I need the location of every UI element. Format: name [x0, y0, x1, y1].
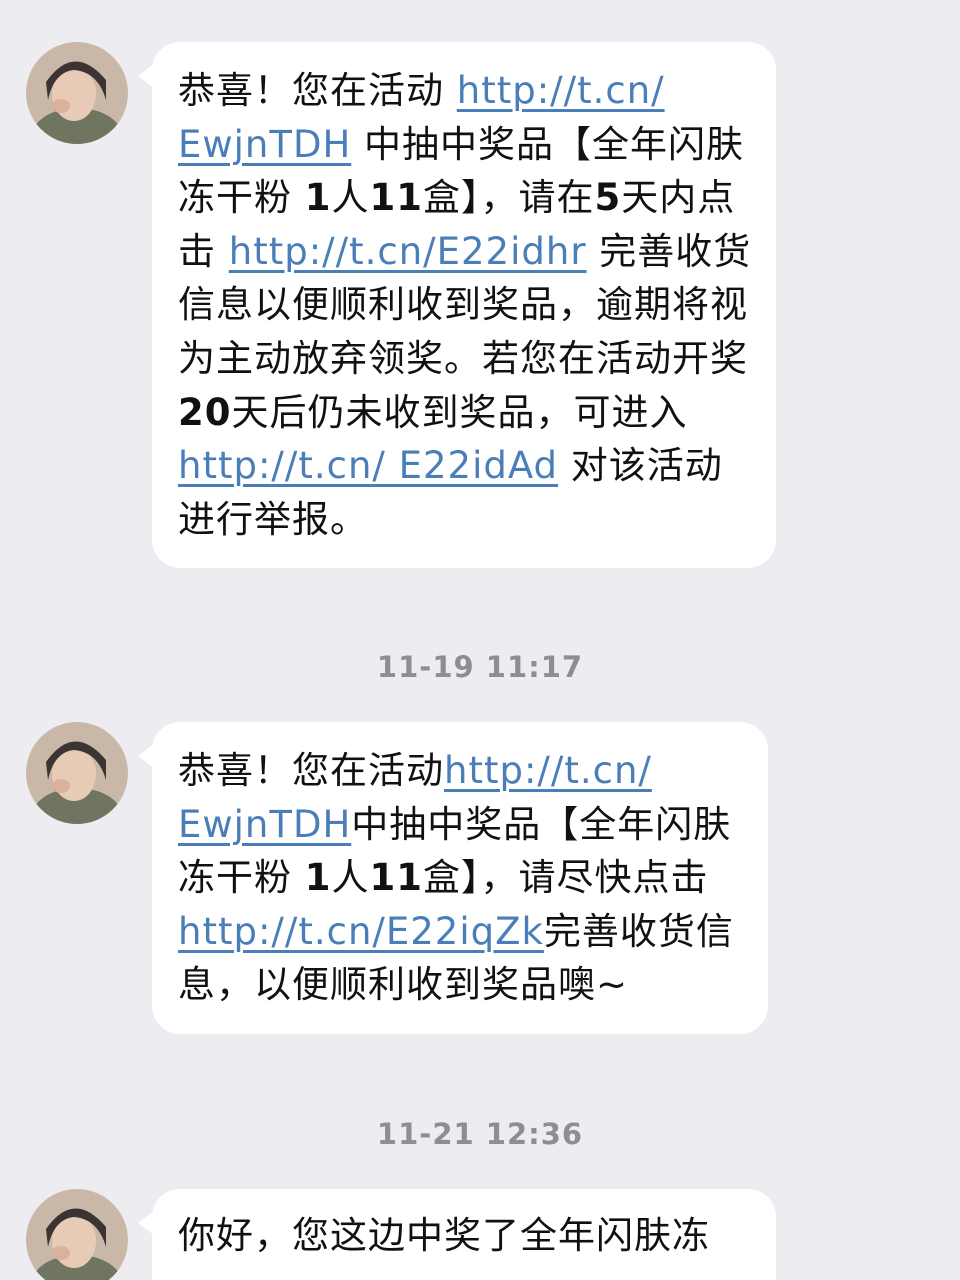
message-text-bold: 1 — [304, 176, 332, 220]
message-text-segment: 盒】，请在 — [423, 176, 595, 220]
message-link[interactable]: http://t.cn/E22idhr — [229, 230, 587, 273]
message-text-segment: 人 — [331, 176, 370, 220]
message-text-bold: 20 — [178, 390, 232, 434]
message-bubble[interactable]: 你好，您这边中奖了全年闪肤冻 — [138, 1189, 776, 1280]
message-bubble[interactable]: 恭喜！您在活动 http://t.cn/ EwjnTDH 中抽中奖品【全年闪肤冻… — [138, 42, 776, 569]
message-text-bold: 11 — [369, 176, 424, 220]
message-text: 你好，您这边中奖了全年闪肤冻 — [178, 1214, 710, 1257]
message-text-segment: 天后仍未收到奖品，可进入 — [231, 390, 688, 434]
message-link[interactable]: http://t.cn/ E22idAd — [178, 444, 558, 487]
message-link[interactable]: http://t.cn/E22iqZk — [178, 910, 544, 953]
message-text-segment: 人 — [331, 856, 370, 900]
message-text-segment: 盒】，请尽快点击 — [423, 856, 709, 900]
message-text-segment: 恭喜！您在活动 — [178, 69, 457, 112]
message-text-bold: 5 — [594, 176, 622, 220]
timestamp: 11-19 11:17 — [376, 650, 584, 684]
timestamp: 11-21 12:36 — [376, 1117, 584, 1151]
message-text-bold: 11 — [369, 856, 424, 900]
sender-avatar[interactable] — [26, 1189, 128, 1280]
chat-thread: 恭喜！您在活动 http://t.cn/ EwjnTDH 中抽中奖品【全年闪肤冻… — [0, 0, 960, 1280]
sender-avatar[interactable] — [26, 42, 128, 144]
message-text: 恭喜！您在活动http://t.cn/ EwjnTDH中抽中奖品【全年闪肤冻干粉… — [178, 744, 744, 1012]
message-text: 恭喜！您在活动 http://t.cn/ EwjnTDH 中抽中奖品【全年闪肤冻… — [178, 64, 752, 546]
message-bubble[interactable]: 恭喜！您在活动http://t.cn/ EwjnTDH中抽中奖品【全年闪肤冻干粉… — [138, 722, 768, 1034]
message-text-bold: 1 — [304, 856, 332, 900]
sender-avatar[interactable] — [26, 722, 128, 824]
message-text-segment: 恭喜！您在活动 — [178, 749, 444, 792]
